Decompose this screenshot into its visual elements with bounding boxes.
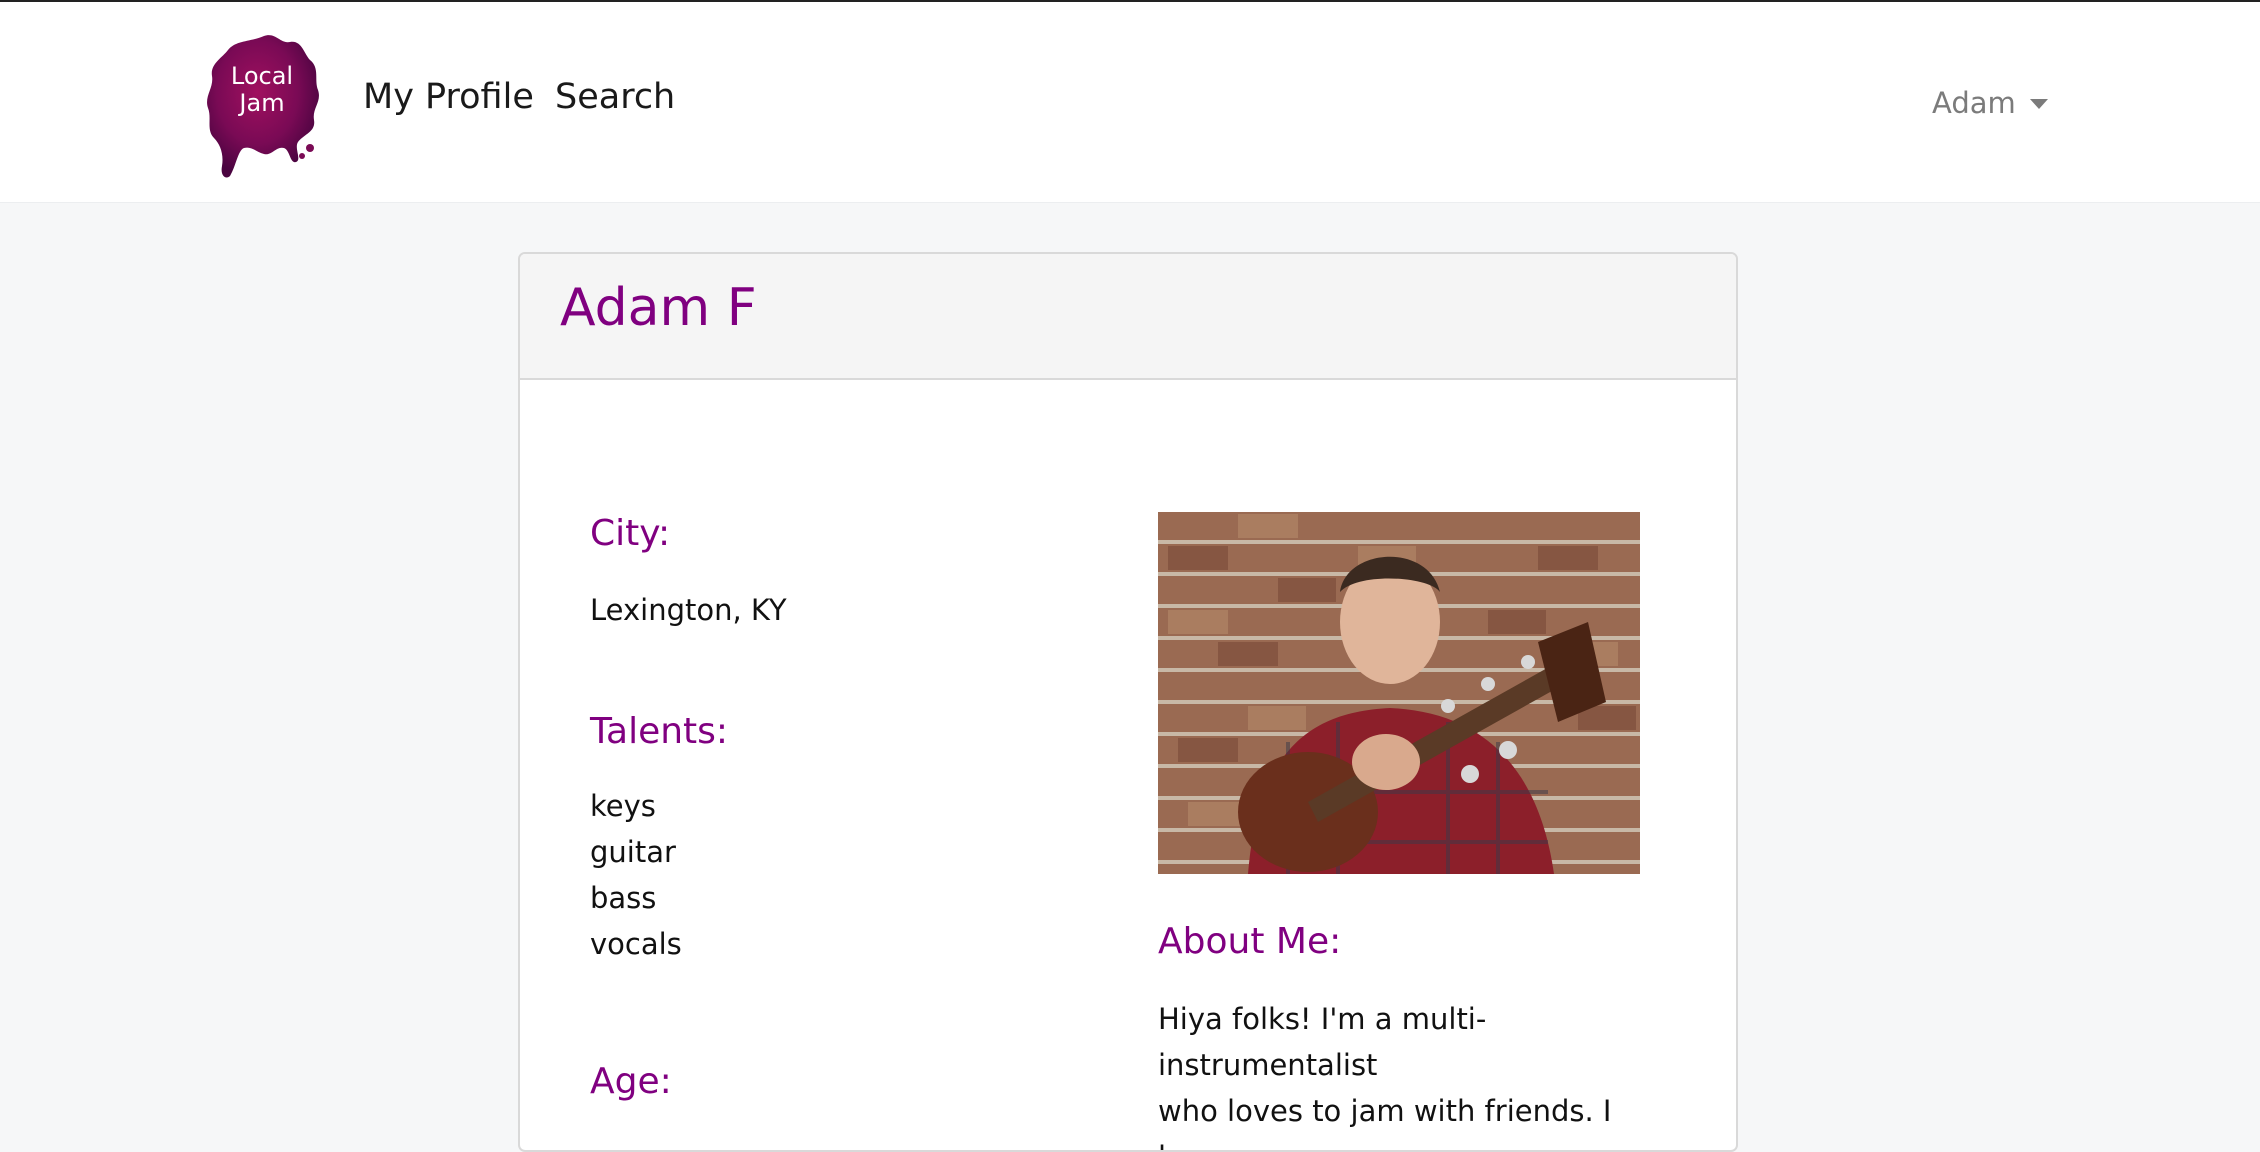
talents-list: keys guitar bass vocals	[590, 783, 682, 967]
about-me-text: Hiya folks! I'm a multi-instrumentalist …	[1158, 996, 1658, 1150]
profile-card-header: Adam F	[520, 254, 1736, 380]
local-jam-logo[interactable]: Local Jam	[206, 30, 322, 180]
logo-text-line2: Jam	[237, 89, 284, 117]
about-me-line: Hiya folks! I'm a multi-instrumentalist	[1158, 1002, 1487, 1082]
nav-my-profile[interactable]: My Profile	[363, 80, 534, 115]
profile-card: Adam F City: Lexington, KY Talents: keys…	[518, 252, 1738, 1152]
logo-text-line1: Local	[231, 62, 293, 90]
profile-photo	[1158, 512, 1640, 874]
about-me-line: who loves to jam with friends. I love	[1158, 1094, 1612, 1150]
age-label: Age:	[590, 1061, 672, 1102]
chevron-down-icon	[2029, 99, 2048, 109]
talent-item: vocals	[590, 927, 682, 961]
top-navbar: Local Jam My Profile Search Adam	[0, 2, 2260, 203]
city-value: Lexington, KY	[590, 593, 787, 627]
city-label: City:	[590, 513, 671, 554]
user-menu-dropdown[interactable]: Adam	[1932, 86, 2048, 120]
talent-item: keys	[590, 789, 656, 823]
about-me-label: About Me:	[1158, 921, 1342, 962]
talents-label: Talents:	[590, 711, 729, 752]
profile-name: Adam F	[560, 278, 757, 338]
talent-item: guitar	[590, 835, 676, 869]
user-menu-label: Adam	[1932, 86, 2016, 120]
nav-search[interactable]: Search	[555, 80, 675, 115]
talent-item: bass	[590, 881, 657, 915]
